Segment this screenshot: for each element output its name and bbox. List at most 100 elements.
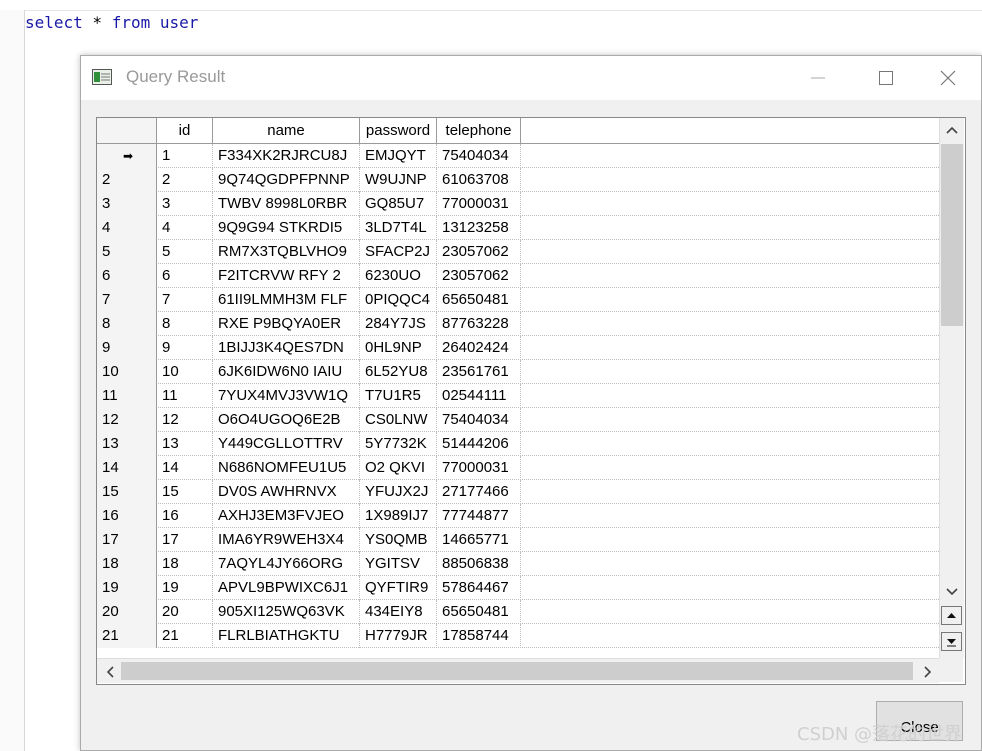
- cell-password[interactable]: EMJQYT: [360, 144, 437, 168]
- row-header[interactable]: 12: [97, 408, 157, 432]
- cell-telephone[interactable]: 77000031: [437, 192, 521, 216]
- row-header[interactable]: 10: [97, 360, 157, 384]
- cell-id[interactable]: 6: [157, 264, 213, 288]
- row-header[interactable]: ➡: [97, 144, 157, 168]
- cell-password[interactable]: H7779JR: [360, 624, 437, 648]
- row-header[interactable]: 13: [97, 432, 157, 456]
- row-header[interactable]: 5: [97, 240, 157, 264]
- cell-id[interactable]: 5: [157, 240, 213, 264]
- cell-telephone[interactable]: 14665771: [437, 528, 521, 552]
- cell-telephone[interactable]: 75404034: [437, 144, 521, 168]
- cell-telephone[interactable]: 02544111: [437, 384, 521, 408]
- row-header[interactable]: 17: [97, 528, 157, 552]
- cell-password[interactable]: QYFTIR9: [360, 576, 437, 600]
- column-header-password[interactable]: password: [360, 118, 437, 143]
- horizontal-scrollbar[interactable]: [97, 658, 939, 683]
- table-row[interactable]: 10 10 6JK6IDW6N0 IAIU 6L52YU8 23561761: [97, 360, 939, 384]
- close-window-button[interactable]: [921, 56, 975, 100]
- cell-name[interactable]: 61II9LMMH3M FLF: [213, 288, 360, 312]
- cell-id[interactable]: 21: [157, 624, 213, 648]
- cell-id[interactable]: 2: [157, 168, 213, 192]
- cell-password[interactable]: 6L52YU8: [360, 360, 437, 384]
- cell-id[interactable]: 10: [157, 360, 213, 384]
- cell-telephone[interactable]: 65650481: [437, 288, 521, 312]
- table-row[interactable]: 21 21 FLRLBIATHGKTU H7779JR 17858744: [97, 624, 939, 648]
- row-header[interactable]: 20: [97, 600, 157, 624]
- scroll-up-icon[interactable]: [945, 124, 959, 136]
- previous-record-button[interactable]: [941, 606, 962, 625]
- table-row[interactable]: 14 14 N686NOMFEU1U5 O2 QKVI 77000031: [97, 456, 939, 480]
- cell-id[interactable]: 7: [157, 288, 213, 312]
- table-row[interactable]: 19 19 APVL9BPWIXC6J1 QYFTIR9 57864467: [97, 576, 939, 600]
- cell-name[interactable]: DV0S AWHRNVX: [213, 480, 360, 504]
- cell-telephone[interactable]: 51444206: [437, 432, 521, 456]
- cell-name[interactable]: N686NOMFEU1U5: [213, 456, 360, 480]
- row-header[interactable]: 2: [97, 168, 157, 192]
- cell-password[interactable]: 434EIY8: [360, 600, 437, 624]
- column-header-telephone[interactable]: telephone: [437, 118, 521, 143]
- cell-password[interactable]: 0PIQQC4: [360, 288, 437, 312]
- table-row[interactable]: 7 7 61II9LMMH3M FLF 0PIQQC4 65650481: [97, 288, 939, 312]
- cell-name[interactable]: F2ITCRVW RFY 2: [213, 264, 360, 288]
- column-header-id[interactable]: id: [157, 118, 213, 143]
- cell-password[interactable]: 3LD7T4L: [360, 216, 437, 240]
- table-row[interactable]: 20 20 905XI125WQ63VK 434EIY8 65650481: [97, 600, 939, 624]
- row-header[interactable]: 8: [97, 312, 157, 336]
- result-grid[interactable]: id name password telephone ➡ 1 F334XK2RJRC…: [96, 117, 966, 685]
- table-row[interactable]: 11 11 7YUX4MVJ3VW1Q T7U1R5 02544111: [97, 384, 939, 408]
- cell-name[interactable]: 9Q74QGDPFPNNP: [213, 168, 360, 192]
- cell-telephone[interactable]: 57864467: [437, 576, 521, 600]
- row-header[interactable]: 15: [97, 480, 157, 504]
- cell-name[interactable]: 9Q9G94 STKRDI5: [213, 216, 360, 240]
- cell-password[interactable]: CS0LNW: [360, 408, 437, 432]
- cell-password[interactable]: 0HL9NP: [360, 336, 437, 360]
- row-header[interactable]: 4: [97, 216, 157, 240]
- table-row[interactable]: 44 9Q9G94 STKRDI5 3LD7T4L 13123258: [97, 216, 939, 240]
- cell-password[interactable]: YS0QMB: [360, 528, 437, 552]
- cell-telephone[interactable]: 17858744: [437, 624, 521, 648]
- cell-name[interactable]: 7AQYL4JY66ORG: [213, 552, 360, 576]
- table-row[interactable]: 2 2 9Q74QGDPFPNNP W9UJNP 61063708: [97, 168, 939, 192]
- row-header[interactable]: 18: [97, 552, 157, 576]
- row-header[interactable]: 7: [97, 288, 157, 312]
- cell-password[interactable]: YFUJX2J: [360, 480, 437, 504]
- cell-password[interactable]: 1X989IJ7: [360, 504, 437, 528]
- minimize-button[interactable]: [791, 56, 845, 100]
- row-header[interactable]: 19: [97, 576, 157, 600]
- cell-id[interactable]: 12: [157, 408, 213, 432]
- cell-name[interactable]: RM7X3TQBLVHO9: [213, 240, 360, 264]
- cell-name[interactable]: 6JK6IDW6N0 IAIU: [213, 360, 360, 384]
- cell-telephone[interactable]: 61063708: [437, 168, 521, 192]
- cell-id[interactable]: 3: [157, 192, 213, 216]
- cell-id[interactable]: 19: [157, 576, 213, 600]
- cell-name[interactable]: 1BIJJ3K4QES7DN: [213, 336, 360, 360]
- scroll-left-icon[interactable]: [104, 665, 116, 679]
- table-row[interactable]: 17 17 IMA6YR9WEH3X4 YS0QMB 14665771: [97, 528, 939, 552]
- cell-id[interactable]: 15: [157, 480, 213, 504]
- cell-telephone[interactable]: 77744877: [437, 504, 521, 528]
- column-header-name[interactable]: name: [213, 118, 360, 143]
- vertical-scrollbar[interactable]: [939, 118, 964, 658]
- cell-name[interactable]: AXHJ3EM3FVJEO: [213, 504, 360, 528]
- cell-name[interactable]: TWBV 8998L0RBR: [213, 192, 360, 216]
- cell-password[interactable]: 5Y7732K: [360, 432, 437, 456]
- cell-name[interactable]: O6O4UGOQ6E2B: [213, 408, 360, 432]
- cell-telephone[interactable]: 23561761: [437, 360, 521, 384]
- table-row[interactable]: 6 6 F2ITCRVW RFY 2 6230UO 23057062: [97, 264, 939, 288]
- cell-name[interactable]: IMA6YR9WEH3X4: [213, 528, 360, 552]
- cell-telephone[interactable]: 23057062: [437, 240, 521, 264]
- sql-query-text[interactable]: select * from user: [25, 13, 198, 32]
- next-record-button[interactable]: [941, 632, 962, 651]
- cell-name[interactable]: APVL9BPWIXC6J1: [213, 576, 360, 600]
- cell-id[interactable]: 8: [157, 312, 213, 336]
- row-header[interactable]: 21: [97, 624, 157, 648]
- cell-name[interactable]: FLRLBIATHGKTU: [213, 624, 360, 648]
- table-row[interactable]: 13 13 Y449CGLLOTTRV 5Y7732K 51444206: [97, 432, 939, 456]
- cell-id[interactable]: 13: [157, 432, 213, 456]
- row-header[interactable]: 9: [97, 336, 157, 360]
- horizontal-scroll-thumb[interactable]: [121, 662, 913, 680]
- table-row[interactable]: 5 5 RM7X3TQBLVHO9 SFACP2J 23057062: [97, 240, 939, 264]
- cell-id[interactable]: 17: [157, 528, 213, 552]
- scroll-down-icon[interactable]: [945, 586, 959, 598]
- row-header[interactable]: 6: [97, 264, 157, 288]
